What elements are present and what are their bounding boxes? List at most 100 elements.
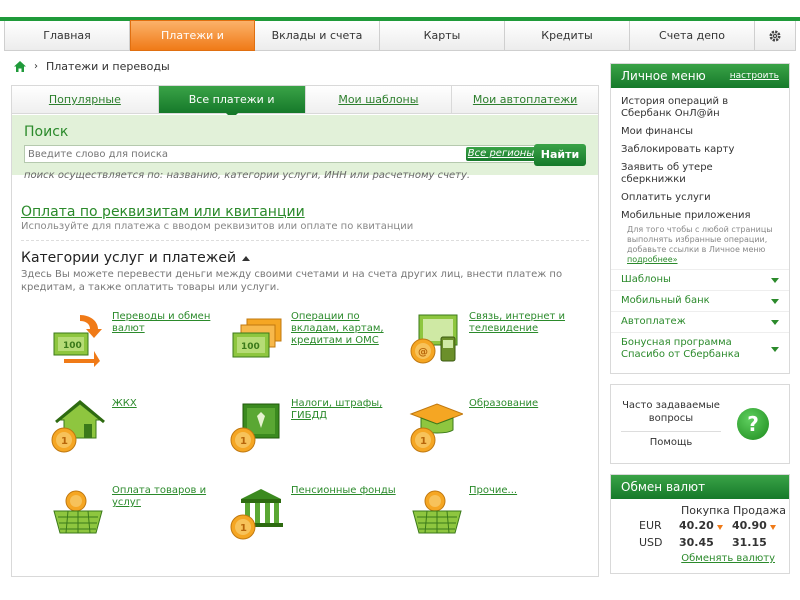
accordion-autopayment[interactable]: Автоплатеж <box>611 311 789 332</box>
category-pension-funds[interactable]: 1 Пенсионные фонды <box>229 485 407 541</box>
nav-payments[interactable]: Платежи и переводы <box>130 20 255 72</box>
fx-currency: USD <box>639 536 663 549</box>
personal-menu-title: Личное меню <box>621 69 706 83</box>
fx-buy-rate: 30.45 <box>679 536 714 549</box>
search-section: Поиск Все регионы Найти <box>12 115 598 175</box>
menu-note: Для того чтобы с любой страницы выполнят… <box>611 225 789 269</box>
fx-sell-header: Продажа <box>733 504 786 517</box>
main-navigation: Главная Платежи и переводы Вклады и счет… <box>4 20 796 72</box>
tab-my-autopayments[interactable]: Мои автоплатежи <box>452 86 598 113</box>
svg-text:1: 1 <box>240 523 247 534</box>
category-transfers-label: Переводы и обмен валют <box>112 311 211 334</box>
category-telecom[interactable]: @ Связь, интернет и телевидение <box>407 311 585 367</box>
nav-cards[interactable]: Карты <box>380 21 505 51</box>
menu-item-history[interactable]: История операций в Сбербанк ОнЛ@йн <box>611 93 789 123</box>
chevron-down-icon <box>771 319 779 325</box>
category-education-label: Образование <box>469 398 539 409</box>
tab-my-templates[interactable]: Мои шаблоны <box>306 86 453 113</box>
fx-row-eur: EUR 40.20 40.90 <box>611 518 789 534</box>
settings-gear-button[interactable] <box>755 21 795 51</box>
breadcrumb-current: Платежи и переводы <box>46 59 170 73</box>
exchange-currency-link[interactable]: Обменять валюту <box>681 553 775 564</box>
accordion-bonus-program[interactable]: Бонусная программа Спасибо от Сбербанка <box>611 332 789 365</box>
category-transfers[interactable]: 100 Переводы и обмен валют <box>50 311 228 367</box>
category-other[interactable]: Прочие... <box>407 485 585 541</box>
configure-link[interactable]: настроить <box>730 71 779 81</box>
category-utilities[interactable]: 1 ЖКХ <box>50 398 228 454</box>
category-education[interactable]: 1 Образование <box>407 398 585 454</box>
regions-button[interactable]: Все регионы <box>466 147 536 161</box>
fx-row-usd: USD 30.45 31.15 <box>611 535 789 551</box>
menu-item-lost-passbook[interactable]: Заявить об утере сберкнижки <box>611 159 789 189</box>
tab-all-payments[interactable]: Все платежи и переводы <box>158 86 306 134</box>
requisites-subtitle: Используйте для платежа с вводом реквизи… <box>21 221 414 232</box>
category-goods-label: Оплата товаров и услуг <box>112 485 207 508</box>
category-other-label: Прочие... <box>469 485 518 496</box>
money-transfer-icon: 100 <box>53 315 102 367</box>
search-input[interactable] <box>25 146 455 162</box>
menu-item-finances[interactable]: Мои финансы <box>611 123 789 141</box>
menu-item-block-card[interactable]: Заблокировать карту <box>611 141 789 159</box>
nav-deposits[interactable]: Вклады и счета <box>255 21 380 51</box>
fx-buy-header: Покупка <box>681 504 730 517</box>
fx-currency: EUR <box>639 519 662 532</box>
category-goods-services[interactable]: Оплата товаров и услуг <box>50 485 228 541</box>
shopping-basket-icon <box>53 490 103 534</box>
chevron-down-icon <box>771 298 779 304</box>
currency-exchange-header: Обмен валют <box>611 475 789 499</box>
fx-sell-rate: 31.15 <box>732 536 767 549</box>
question-icon[interactable]: ? <box>737 408 769 440</box>
nav-depo-accounts[interactable]: Счета депо <box>630 21 755 51</box>
chevron-down-icon <box>771 277 779 283</box>
requisites-payment-link[interactable]: Оплата по реквизитам или квитанции <box>21 204 305 220</box>
svg-text:1: 1 <box>61 436 68 447</box>
category-taxes-label: Налоги, штрафы, ГИБДД <box>291 398 383 421</box>
svg-text:1: 1 <box>240 436 247 447</box>
svg-text:1: 1 <box>420 436 427 447</box>
fx-sell-rate: 40.90 <box>732 519 767 532</box>
categories-description: Здесь Вы можете перевести деньги между с… <box>21 269 563 293</box>
collapse-arrow-icon <box>242 255 251 261</box>
menu-note-more-link[interactable]: подробнее» <box>627 255 678 264</box>
currency-exchange-title: Обмен валют <box>621 480 706 494</box>
menu-item-pay-services[interactable]: Оплатить услуги <box>611 189 789 207</box>
emblem-document-icon: 1 <box>230 403 280 453</box>
accordion-bonus-label: Бонусная программа Спасибо от Сбербанка <box>621 337 740 360</box>
basket-other-icon <box>412 490 462 534</box>
category-taxes-fines[interactable]: 1 Налоги, штрафы, ГИБДД <box>229 398 407 454</box>
svg-text:100: 100 <box>63 341 82 351</box>
menu-item-mobile-apps[interactable]: Мобильные приложения <box>611 207 789 225</box>
tab-popular[interactable]: Популярные <box>12 86 159 113</box>
category-deposits-label: Операции по вкладам, картам, кредитам и … <box>291 311 384 346</box>
arrow-down-icon <box>766 519 776 535</box>
telecom-icon: @ <box>410 314 458 364</box>
currency-exchange: Обмен валют Покупка Продажа EUR 40.20 40… <box>610 474 790 574</box>
gear-icon <box>769 30 781 42</box>
find-button[interactable]: Найти <box>534 144 586 166</box>
accordion-templates-label: Шаблоны <box>621 274 671 285</box>
breadcrumb-separator-icon: › <box>34 60 38 72</box>
bank-building-icon: 1 <box>230 489 283 540</box>
menu-note-text: Для того чтобы с любой страницы выполнят… <box>627 225 773 254</box>
home-icon[interactable] <box>14 60 26 72</box>
search-box: Все регионы <box>24 145 538 163</box>
nav-credits[interactable]: Кредиты <box>505 21 630 51</box>
house-icon: 1 <box>51 400 105 453</box>
category-utilities-label: ЖКХ <box>112 398 137 409</box>
accordion-autopayment-label: Автоплатеж <box>621 316 686 327</box>
faq-text: Часто задаваемые вопросы Помощь <box>621 399 721 449</box>
help-link[interactable]: Помощь <box>621 431 721 449</box>
svg-text:100: 100 <box>241 342 260 352</box>
payments-panel: Популярные Все платежи и переводы Мои ша… <box>11 85 599 577</box>
nav-main[interactable]: Главная <box>5 21 130 51</box>
personal-menu-header: Личное меню настроить <box>611 64 789 88</box>
accordion-mobile-bank[interactable]: Мобильный банк <box>611 290 789 311</box>
graduation-cap-icon: 1 <box>409 403 463 453</box>
chevron-down-icon <box>771 346 779 352</box>
search-title: Поиск <box>24 124 69 140</box>
accordion-mobile-bank-label: Мобильный банк <box>621 295 710 306</box>
accordion-templates[interactable]: Шаблоны <box>611 269 789 290</box>
category-deposits-operations[interactable]: 100 Операции по вкладам, картам, кредита… <box>229 311 407 367</box>
categories-title[interactable]: Категории услуг и платежей <box>21 250 251 266</box>
personal-menu: Личное меню настроить История операций в… <box>610 63 790 374</box>
